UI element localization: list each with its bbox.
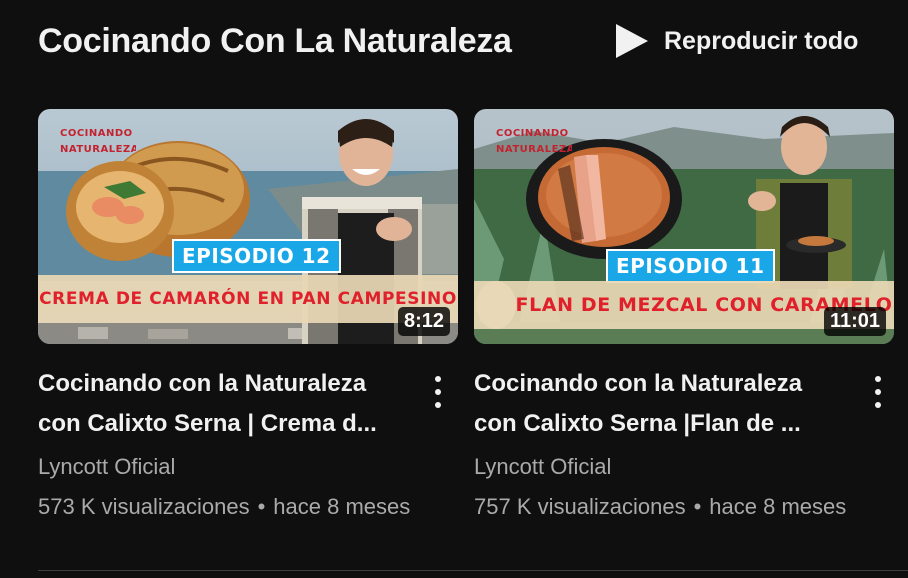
video-thumbnail[interactable]: COCINANDO NATURALEZA EPISODIO 12 CREMA D… <box>38 109 458 344</box>
video-title[interactable]: Cocinando con la Naturaleza con Calixto … <box>38 364 418 444</box>
section-divider <box>38 570 908 571</box>
more-vert-icon[interactable] <box>426 372 450 412</box>
shelf: Cocinando Con La Naturaleza Reproducir t… <box>0 0 908 578</box>
upload-age: hace 8 meses <box>273 494 411 519</box>
episode-badge: EPISODIO 12 <box>172 239 341 273</box>
video-stats: 757 K visualizaciones • hace 8 meses <box>474 494 894 520</box>
channel-name[interactable]: Lyncott Oficial <box>474 454 894 480</box>
svg-text:NATURALEZA: NATURALEZA <box>60 144 136 155</box>
svg-text:COCINANDO: COCINANDO <box>60 128 133 139</box>
video-title-line: Cocinando con la Naturaleza <box>474 370 803 397</box>
video-stats: 573 K visualizaciones • hace 8 meses <box>38 494 458 520</box>
play-icon <box>616 24 648 58</box>
brand-logo: COCINANDO NATURALEZA <box>496 128 572 155</box>
upload-age: hace 8 meses <box>709 494 847 519</box>
banner-text: CREMA DE CAMARÓN EN PAN CAMPESINO <box>39 289 457 309</box>
thumbnail-banner: CREMA DE CAMARÓN EN PAN CAMPESINO <box>38 275 458 323</box>
video-card: COCINANDO NATURALEZA EPISODIO 11 FLAN DE… <box>474 109 894 520</box>
svg-text:COCINANDO: COCINANDO <box>496 128 569 139</box>
episode-badge: EPISODIO 11 <box>606 249 775 283</box>
more-vert-icon[interactable] <box>866 372 890 412</box>
video-card: COCINANDO NATURALEZA EPISODIO 12 CREMA D… <box>38 109 458 520</box>
view-count: 573 K visualizaciones <box>38 494 250 519</box>
separator-dot: • <box>693 494 702 519</box>
shelf-title[interactable]: Cocinando Con La Naturaleza <box>38 22 512 61</box>
duration-badge: 11:01 <box>823 307 886 336</box>
shelf-header: Cocinando Con La Naturaleza Reproducir t… <box>38 14 878 68</box>
channel-name[interactable]: Lyncott Oficial <box>38 454 458 480</box>
video-meta: Cocinando con la Naturaleza con Calixto … <box>474 364 894 520</box>
svg-text:NATURALEZA: NATURALEZA <box>496 144 572 155</box>
view-count: 757 K visualizaciones <box>474 494 686 519</box>
video-meta: Cocinando con la Naturaleza con Calixto … <box>38 364 458 520</box>
brand-logo: COCINANDO NATURALEZA <box>60 128 136 155</box>
play-all-button[interactable]: Reproducir todo <box>614 14 858 68</box>
duration-badge: 8:12 <box>397 307 450 336</box>
video-thumbnail[interactable]: COCINANDO NATURALEZA EPISODIO 11 FLAN DE… <box>474 109 894 344</box>
play-all-label: Reproducir todo <box>664 26 859 55</box>
separator-dot: • <box>257 494 266 519</box>
video-title-line: con Calixto Serna |Flan de ... <box>474 410 801 437</box>
video-title-line: Cocinando con la Naturaleza <box>38 370 367 397</box>
video-title-line: con Calixto Serna | Crema d... <box>38 410 377 437</box>
video-title[interactable]: Cocinando con la Naturaleza con Calixto … <box>474 364 854 444</box>
